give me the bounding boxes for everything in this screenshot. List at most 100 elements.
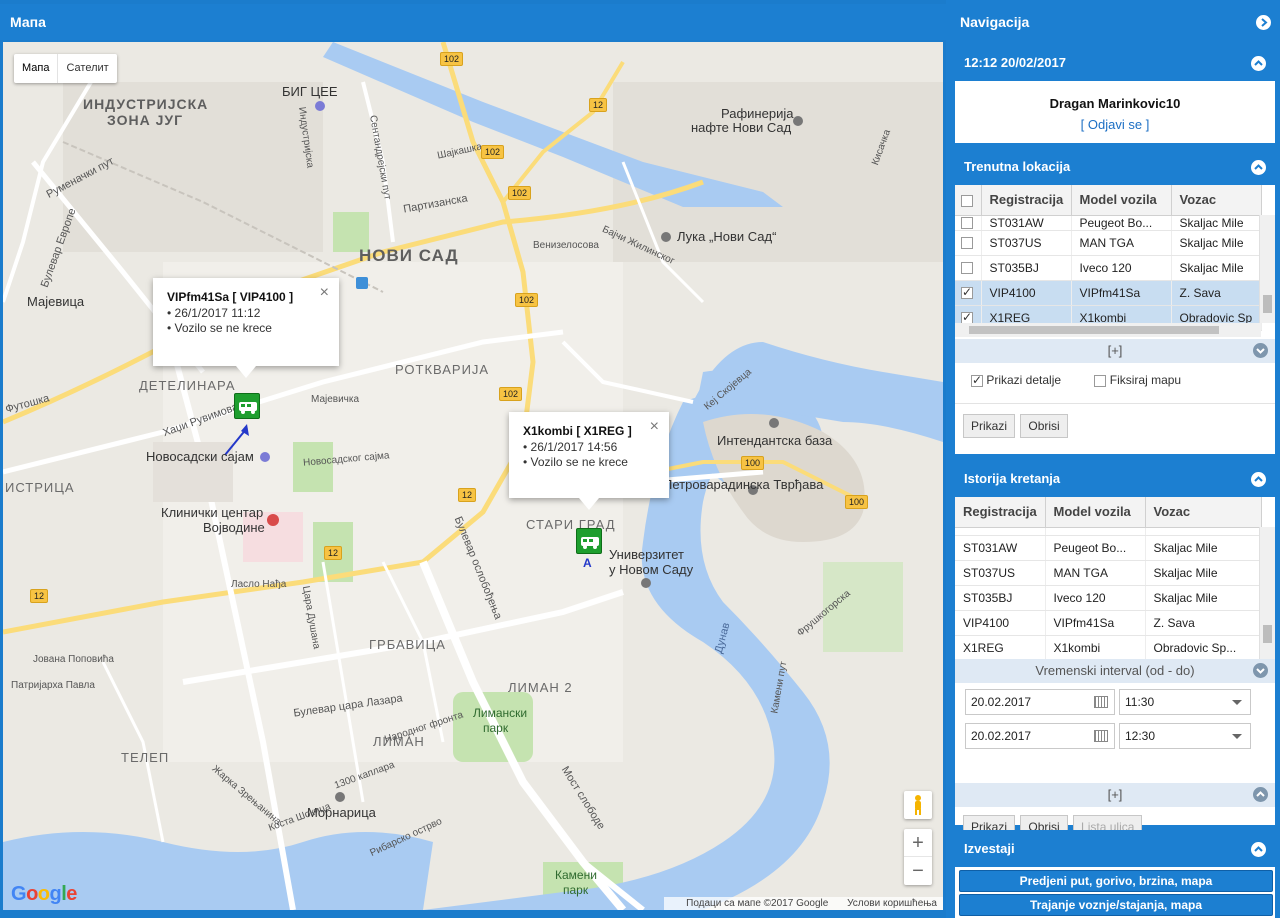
chevron-down-icon[interactable] — [1253, 343, 1268, 358]
to-time-select[interactable]: 12:30 — [1119, 723, 1251, 749]
row-checkbox[interactable] — [961, 217, 973, 229]
cell-registration: ST037US — [981, 230, 1072, 256]
show-details-checkbox[interactable] — [971, 373, 983, 387]
vehicle-marker[interactable] — [576, 528, 602, 554]
vehicle-info-window: × X1kombi [ X1REG ] • 26/1/2017 14:56 • … — [509, 412, 669, 510]
terms-link[interactable]: Услови коришћења — [847, 898, 937, 909]
datetime-header: 12:12 20/02/2017 — [955, 45, 1275, 81]
district-label: РОТКВАРИЈА — [395, 362, 490, 377]
close-icon[interactable]: × — [650, 418, 659, 436]
column-header[interactable]: Vozac — [1145, 497, 1262, 528]
park-label: Камени — [555, 868, 597, 882]
map-panel: Мапа Мапа Сателит ИНДУСТРИЈСКА ЗОНА ЈУГ … — [0, 0, 946, 918]
map-type-map-button[interactable]: Мапа — [14, 54, 59, 83]
history-grid: Registracija Model vozila Vozac ST031AW … — [955, 497, 1275, 659]
expand-label[interactable]: [+] — [1108, 787, 1123, 802]
fix-map-checkbox[interactable] — [1094, 374, 1107, 387]
street-label: Ласло Нађа — [231, 579, 287, 590]
poi-label: Лука „Нови Сад“ — [677, 229, 777, 244]
table-row[interactable]: VIP4100 VIPfm41Sa Z. Sava — [955, 610, 1262, 636]
poi-label: Интендантска база — [717, 433, 833, 448]
table-row[interactable]: X1REG X1kombi Obradovic Sp... — [955, 635, 1262, 659]
logout-link[interactable]: [ Odjavi se ] — [955, 117, 1275, 132]
from-time-select[interactable]: 11:30 — [1119, 689, 1251, 715]
poi-label: Клинички центар — [161, 505, 264, 520]
street-label: Мајевичка — [311, 394, 360, 405]
report-drive-stop-button[interactable]: Trajanje voznje/stajanja, mapa — [959, 894, 1273, 916]
chevron-down-icon[interactable] — [1253, 663, 1268, 678]
expand-label[interactable]: [+] — [1108, 343, 1123, 358]
street-view-pegman-icon[interactable] — [904, 791, 932, 819]
history-header: Istorija kretanja — [955, 461, 1275, 497]
sidebar: Navigacija 12:12 20/02/2017 Dragan Marin… — [946, 0, 1280, 918]
close-icon[interactable]: × — [320, 284, 329, 302]
chevron-up-icon[interactable] — [1253, 787, 1268, 802]
row-checkbox[interactable] — [961, 237, 973, 250]
district-label: НОВИ САД — [359, 246, 459, 265]
collapse-up-icon[interactable] — [1251, 56, 1266, 71]
show-button[interactable]: Prikazi — [963, 414, 1016, 438]
table-row[interactable]: VIP4100 VIPfm41Sa Z. Sava — [955, 280, 1262, 306]
table-row[interactable]: ST035BJ Iveco 120 Skaljac Mile — [955, 585, 1262, 611]
cell-registration: X1REG — [955, 635, 1046, 659]
map-type-satellite-button[interactable]: Сателит — [58, 54, 116, 83]
vehicle-info-line: • 26/1/2017 11:12 — [167, 306, 261, 320]
table-row[interactable]: ST031AW Peugeot Bo... Skaljac Mile — [955, 535, 1262, 561]
horizontal-scrollbar[interactable] — [955, 323, 1261, 337]
column-header[interactable]: Registracija — [955, 497, 1046, 528]
vertical-scrollbar[interactable] — [1259, 527, 1275, 659]
reports-title: Izvestaji — [964, 841, 1015, 856]
delete-button[interactable]: Obrisi — [1020, 414, 1068, 438]
road-shield: 12 — [30, 589, 49, 603]
row-checkbox[interactable] — [961, 285, 973, 300]
collapse-up-icon[interactable] — [1251, 160, 1266, 175]
expand-bar[interactable]: [+] — [955, 339, 1275, 363]
road-shield: 12 — [589, 98, 608, 112]
zoom-out-button[interactable]: − — [904, 857, 932, 885]
collapse-up-icon[interactable] — [1251, 842, 1266, 857]
zoom-in-button[interactable]: + — [904, 829, 932, 857]
map-data-credit: Подаци са мапе ©2017 Google — [686, 898, 829, 909]
cell-model: MAN TGA — [1071, 230, 1172, 256]
street-label: Патријарха Павла — [11, 680, 95, 691]
map-canvas[interactable]: Мапа Сателит ИНДУСТРИЈСКА ЗОНА ЈУГ НОВИ … — [3, 42, 943, 910]
vehicle-marker[interactable] — [234, 393, 260, 419]
column-header[interactable]: Model vozila — [1045, 497, 1146, 528]
cell-model: Peugeot Bo... — [1045, 535, 1146, 561]
history-title: Istorija kretanja — [964, 471, 1061, 486]
calendar-icon[interactable] — [1094, 730, 1108, 742]
cell-model: VIPfm41Sa — [1071, 280, 1172, 306]
column-header[interactable]: Model vozila — [1071, 185, 1172, 216]
cell-model: X1kombi — [1045, 635, 1146, 659]
vertical-scrollbar[interactable] — [1259, 215, 1275, 323]
interval-bar: Vremenski interval (od - do) — [955, 659, 1275, 683]
table-row[interactable]: ST035BJ Iveco 120 Skaljac Mile — [955, 255, 1262, 281]
from-date-input[interactable]: 20.02.2017 — [965, 689, 1115, 715]
table-row[interactable]: ST031AW Peugeot Bo... Skaljac Mile — [955, 215, 1262, 231]
poi-label: Универзитет — [609, 547, 684, 562]
options-row: Prikazi detalje Fiksiraj mapu — [955, 363, 1275, 403]
district-label: ДЕТЕЛИНАРА — [139, 378, 236, 393]
to-date-input[interactable]: 20.02.2017 — [965, 723, 1115, 749]
current-location-title: Trenutna lokacija — [964, 159, 1071, 174]
cell-registration: ST035BJ — [981, 255, 1072, 281]
column-header[interactable]: Registracija — [981, 185, 1072, 216]
collapse-up-icon[interactable] — [1251, 472, 1266, 487]
select-all-checkbox[interactable] — [961, 194, 973, 207]
table-row[interactable]: ST037US MAN TGA Skaljac Mile — [955, 230, 1262, 256]
park-label: парк — [483, 721, 509, 735]
vehicle-info-line: • Vozilo se ne krece — [167, 321, 272, 335]
interval-label: Vremenski interval (od - do) — [1035, 663, 1195, 678]
row-checkbox[interactable] — [961, 262, 973, 275]
column-header[interactable]: Vozac — [1171, 185, 1262, 216]
vehicle-info-title: X1kombi [ X1REG ] — [523, 424, 632, 438]
fix-map-label: Fiksiraj mapu — [1109, 373, 1182, 387]
expand-bar[interactable]: [+] — [955, 783, 1275, 807]
table-row[interactable]: ST037US MAN TGA Skaljac Mile — [955, 560, 1262, 586]
calendar-icon[interactable] — [1094, 696, 1108, 708]
report-distance-fuel-button[interactable]: Predjeni put, gorivo, brzina, mapa — [959, 870, 1273, 892]
district-label: ИНДУСТРИЈСКА — [83, 96, 209, 112]
collapse-sidebar-icon[interactable] — [1256, 15, 1271, 30]
vehicle-info-line: • Vozilo se ne krece — [523, 455, 628, 469]
cell-registration: ST031AW — [955, 535, 1046, 561]
